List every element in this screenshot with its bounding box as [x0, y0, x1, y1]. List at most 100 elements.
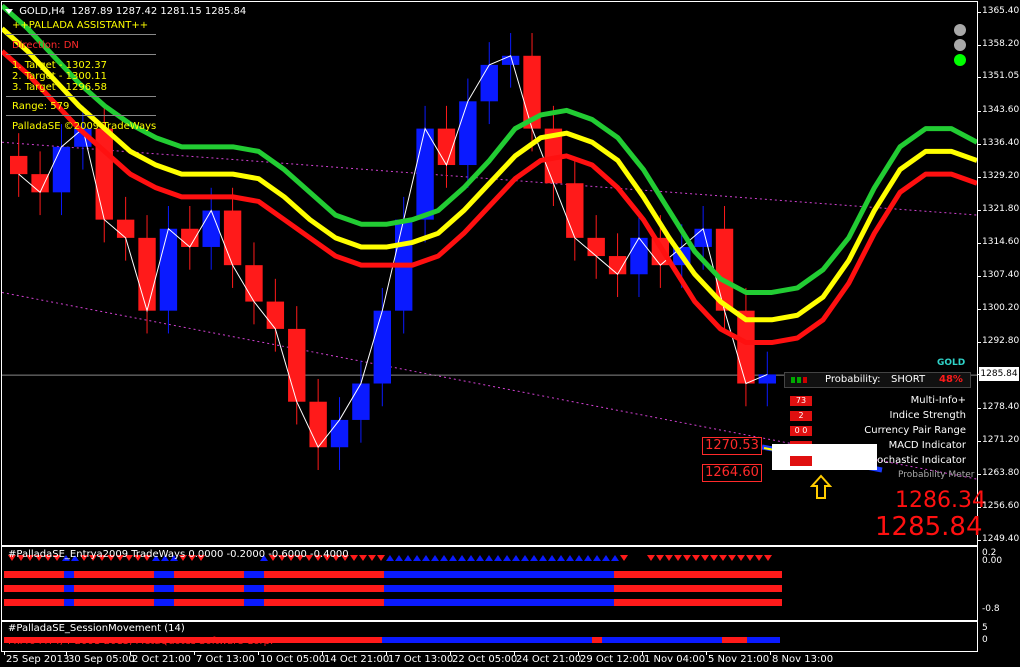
- entry-arrow: [449, 555, 457, 561]
- price-tick-label: 1358.20: [982, 38, 1020, 49]
- price-tick-label: 1256.60: [982, 501, 1020, 512]
- price-tick-label: 1321.80: [982, 204, 1020, 215]
- price-tick: [978, 243, 981, 245]
- entry-arrow: [548, 555, 556, 561]
- candle-body: [159, 228, 178, 311]
- assistant-target-3: 3. Target - 1296.58: [12, 82, 107, 93]
- entry-stripe: [614, 585, 782, 592]
- candle-body: [52, 146, 71, 193]
- session-movement-pane[interactable]: #PalladaSE_SessionMovement (14) FxPro MT…: [1, 621, 978, 652]
- candle-body: [95, 128, 113, 220]
- time-axis[interactable]: 25 Sep 2013 30 Sep 05:00 2 Oct 21:00 7 Oct …: [0, 652, 976, 667]
- entry-arrow: [593, 555, 601, 561]
- entry-arrow: [692, 555, 700, 561]
- session-stripe: [602, 637, 722, 643]
- candle-body: [352, 383, 370, 420]
- candle-body: [373, 310, 391, 384]
- stochastic-badge: [790, 456, 812, 466]
- time-tick-label: 24 Oct 21:00: [516, 654, 582, 665]
- dropdown-icon[interactable]: [5, 8, 13, 14]
- time-tick: [322, 652, 323, 655]
- candle-body: [330, 419, 349, 448]
- status-dot-1: [954, 24, 966, 36]
- entry-stripe: [384, 599, 614, 606]
- time-tick-label: 30 Sep 05:00: [68, 654, 135, 665]
- candle-body: [138, 237, 156, 311]
- entry-arrow: [647, 555, 655, 561]
- current-price-label: 1285.84: [979, 367, 1019, 381]
- candle-body: [116, 219, 135, 238]
- candle-body: [288, 328, 306, 402]
- entry-arrow: [485, 555, 493, 561]
- time-tick: [4, 652, 5, 655]
- price-axis[interactable]: 1365.40 1358.20 1351.05 1343.60 1336.40 1329.…: [978, 0, 1020, 545]
- session-stripe: [747, 637, 780, 643]
- entry-arrow: [575, 555, 583, 561]
- price-tick: [978, 77, 981, 79]
- candle-body: [31, 174, 49, 193]
- time-tick-label: 1 Nov 04:00: [644, 654, 706, 665]
- entry-arrow: [431, 555, 439, 561]
- candle-body: [630, 237, 648, 275]
- multi-info-badge: 73: [790, 396, 812, 406]
- entry-arrow: [620, 555, 628, 561]
- time-tick-label: 2 Oct 21:00: [132, 654, 191, 665]
- entry-arrow: [566, 555, 574, 561]
- time-tick-label: 7 Oct 13:00: [196, 654, 255, 665]
- ohlc-values: 1287.89 1287.42 1281.15 1285.84: [71, 6, 247, 17]
- assistant-panel: ++PALLADA ASSISTANT++ Direction: DN 1. T…: [6, 18, 156, 136]
- time-tick-label: 22 Oct 05:00: [452, 654, 518, 665]
- entry-stripe: [4, 585, 64, 592]
- session-movement-axis: 5 0: [978, 621, 1020, 650]
- entry-stripe: [244, 571, 264, 578]
- session-axis-bottom: 0: [982, 635, 988, 645]
- indice-strength-badge: 2: [790, 411, 812, 421]
- entry-arrow: [656, 555, 664, 561]
- session-movement-label: #PalladaSE_SessionMovement (14): [8, 623, 185, 634]
- entry-stripe: [64, 571, 74, 578]
- price-tick: [978, 44, 981, 46]
- entry-arrow: [539, 555, 547, 561]
- stochastic-label: Stochastic Indicator: [866, 455, 966, 466]
- price-tick: [978, 111, 981, 113]
- price-tick-label: 1263.80: [982, 468, 1020, 479]
- entry-stripe: [614, 571, 782, 578]
- price-tick-label: 1351.05: [982, 71, 1020, 82]
- price-tick: [978, 440, 981, 442]
- assistant-copyright: PalladaSE ©2009 TradeWays: [12, 121, 157, 132]
- assistant-range: Range: 579: [12, 101, 70, 112]
- price-tick-label: 1249.40: [982, 534, 1020, 544]
- entry-stripe: [264, 571, 384, 578]
- price-tick-label: 1292.80: [982, 336, 1020, 347]
- entry-arrow: [674, 555, 682, 561]
- entry-stripe: [264, 585, 384, 592]
- entry-arrow: [377, 555, 385, 561]
- candle-body: [202, 210, 220, 247]
- entry-arrow: [395, 555, 403, 561]
- entry-arrow: [512, 555, 520, 561]
- entry-stripe: [154, 585, 174, 592]
- status-dot-2: [954, 39, 966, 51]
- broker-copyright: FxPro MT4, ? 2001-2013, MetaQuotes Softw…: [8, 636, 274, 647]
- session-stripe: [592, 637, 602, 643]
- entry-stripe: [244, 585, 264, 592]
- bid-price: 1286.34: [895, 488, 986, 513]
- entry-arrow: [701, 555, 709, 561]
- info-symbol: GOLD: [937, 358, 966, 368]
- entry-arrow: [755, 555, 763, 561]
- entry-arrow: [413, 555, 421, 561]
- entry-stripe: [4, 599, 64, 606]
- entry-stripe: [74, 599, 154, 606]
- entry-arrow: [467, 555, 475, 561]
- price-tick: [978, 408, 981, 409]
- candle-body: [10, 155, 28, 175]
- price-tick-label: 1329.20: [982, 170, 1020, 181]
- time-tick: [578, 652, 579, 655]
- price-chart-pane[interactable]: GOLD,H4 1287.89 1287.42 1281.15 1285.84 …: [1, 1, 986, 546]
- entry-stripe: [154, 571, 174, 578]
- entry-stripe: [264, 599, 384, 606]
- entry-arrow: [458, 555, 466, 561]
- time-tick: [130, 652, 131, 655]
- entry-indicator-pane[interactable]: #PalladaSE_Entrya2009 TradeWays 0.0000 -…: [1, 546, 978, 621]
- candle-body: [309, 401, 327, 448]
